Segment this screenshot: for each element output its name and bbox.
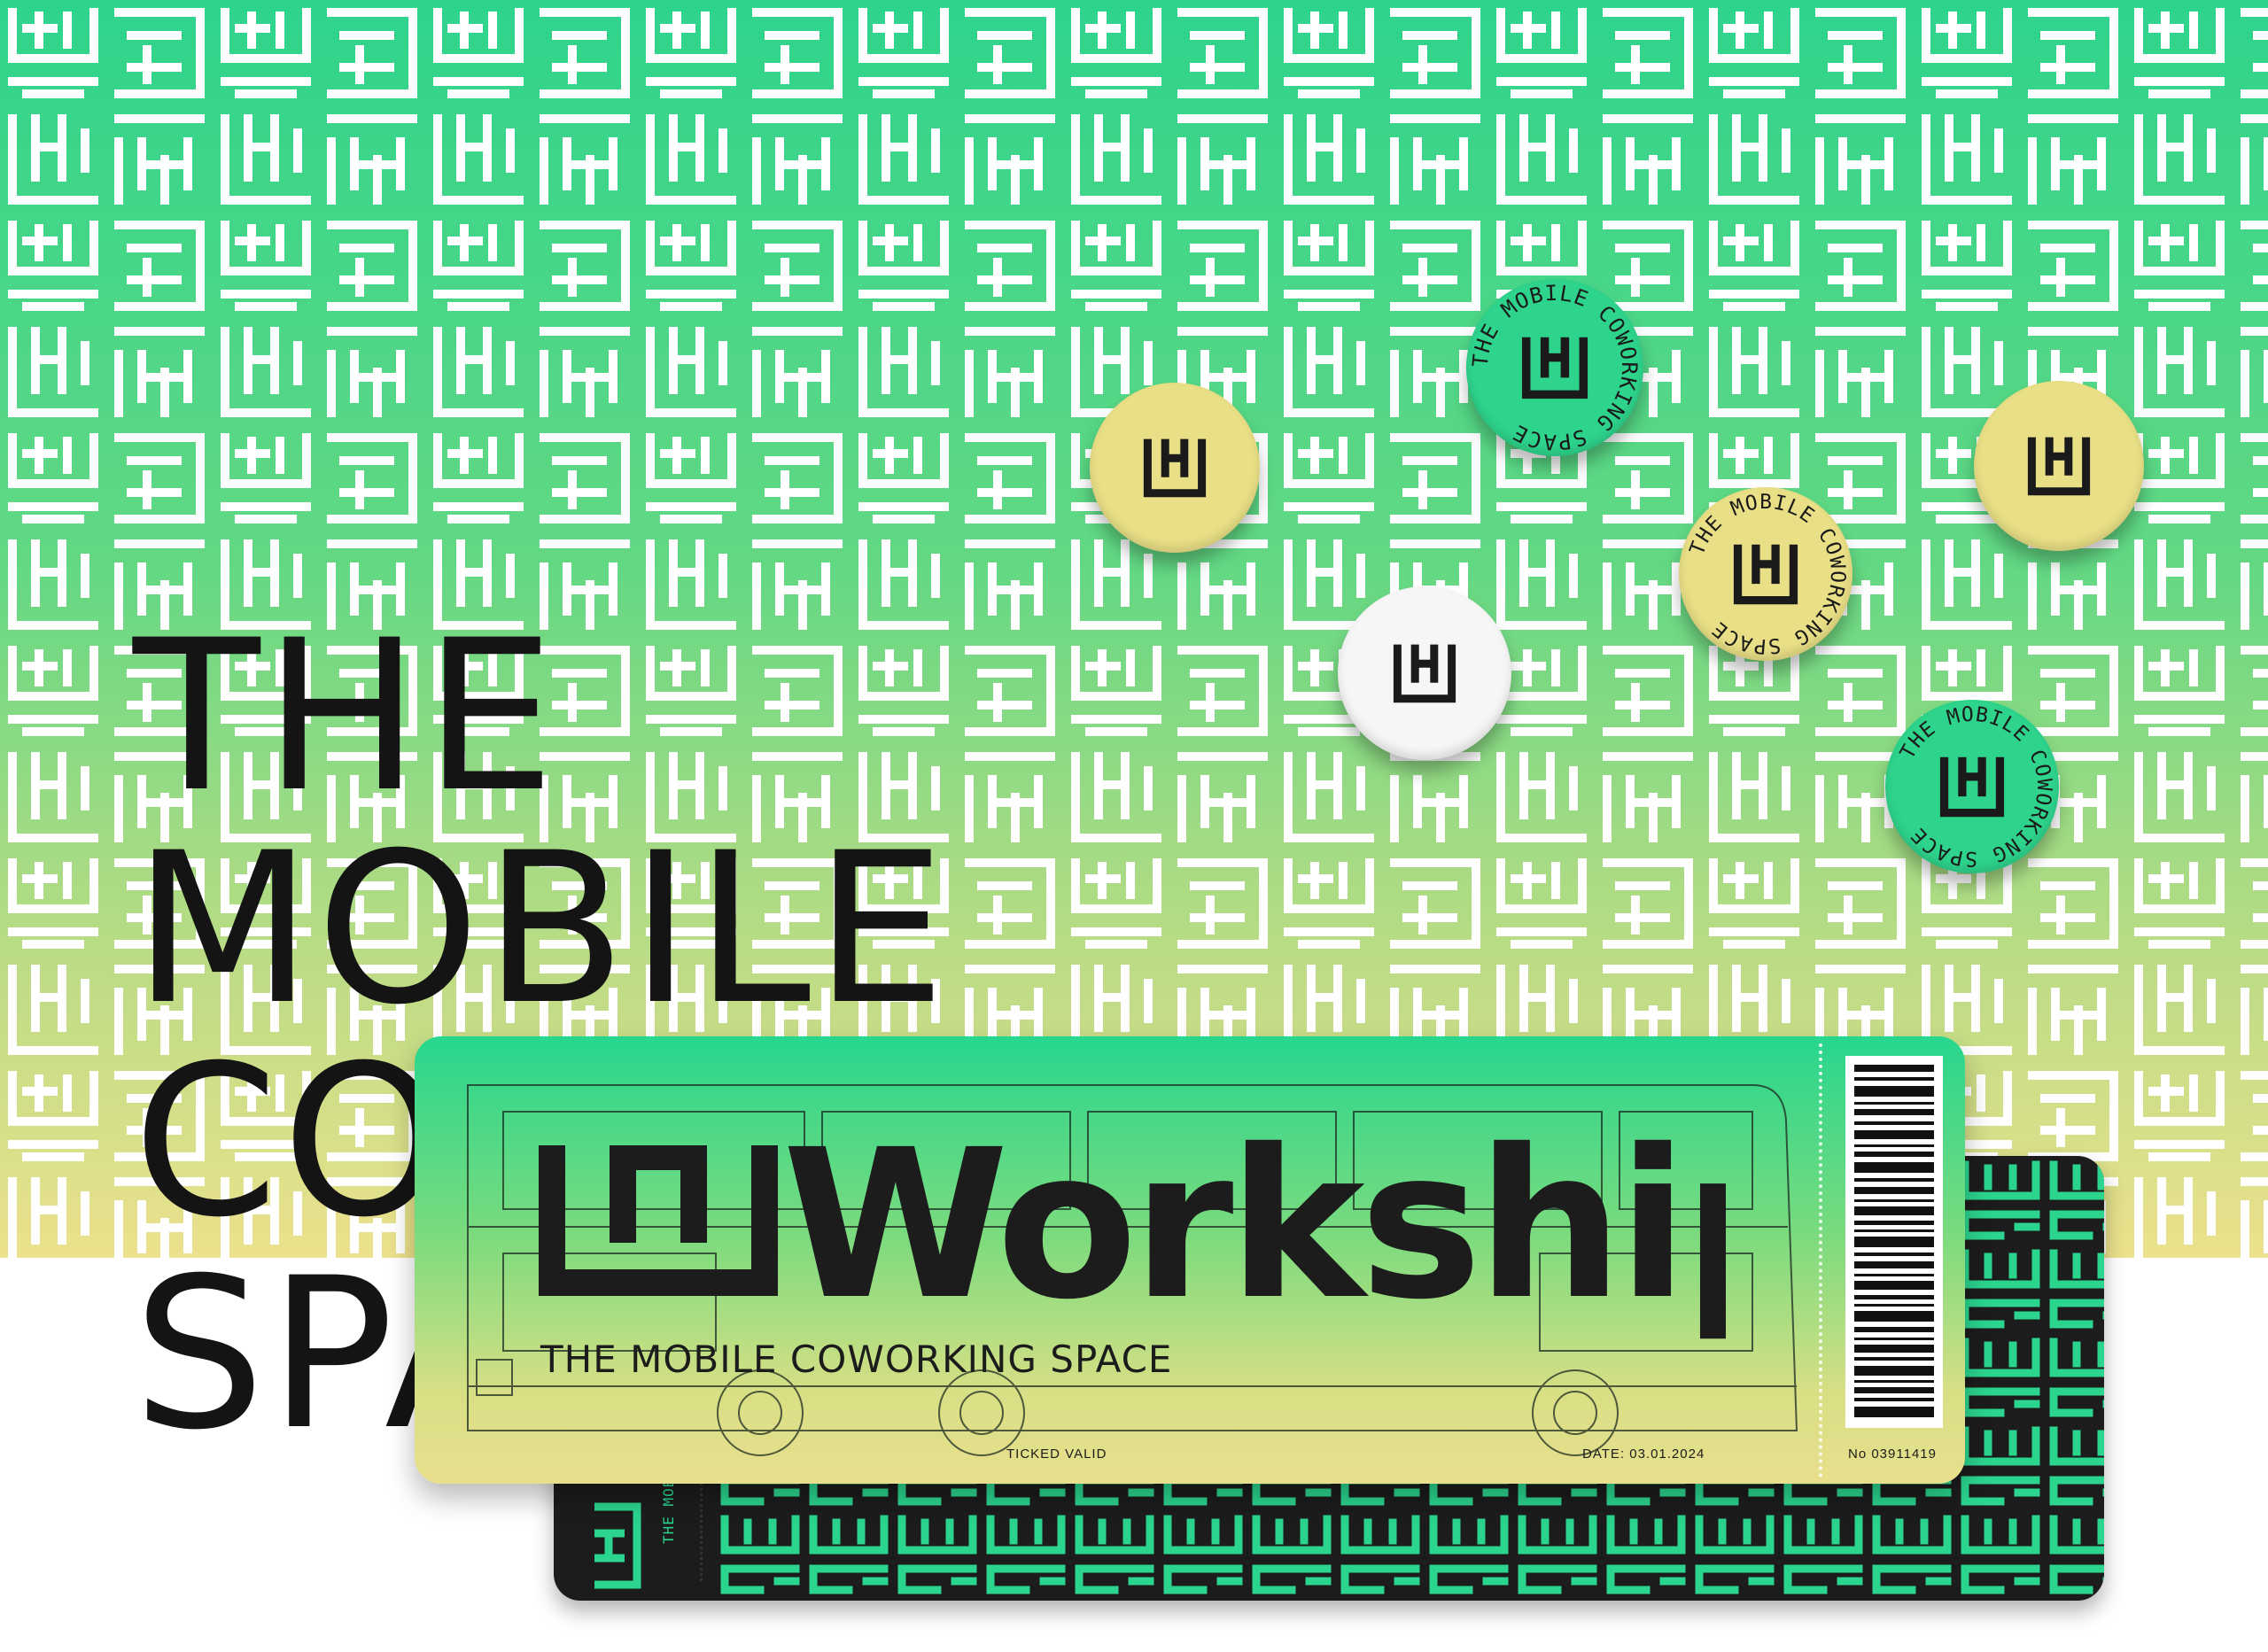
logo-ring-icon: THE MOBILE COWORKING SPACE bbox=[1686, 491, 1850, 657]
ticket-front: Workship THE MOBILE COWORKING SPACE TICK… bbox=[415, 1036, 1965, 1484]
white-logo-badge bbox=[1338, 586, 1511, 760]
headline-line-2: MOBILE bbox=[133, 809, 950, 1051]
ticket-tear-line bbox=[1819, 1043, 1822, 1477]
svg-text:THE MOBILE COWORKING SPACE: THE MOBILE COWORKING SPACE bbox=[1686, 491, 1850, 657]
ticket-number: No 03911419 bbox=[1848, 1446, 1937, 1462]
svg-text:Workship: Workship bbox=[782, 1121, 1726, 1342]
ticket-validity: TICKED VALID bbox=[1006, 1446, 1107, 1462]
barcode bbox=[1845, 1056, 1943, 1428]
gold-ring-badge: THE MOBILE COWORKING SPACE bbox=[1679, 487, 1852, 661]
gold-logo-badge-right bbox=[1974, 381, 2144, 551]
logo-icon bbox=[1143, 438, 1207, 498]
ticket-date: DATE: 03.01.2024 bbox=[1582, 1446, 1705, 1462]
logo-ring-icon: THE MOBILE COWORKING SPACE bbox=[1896, 703, 2055, 870]
workship-wordmark: Workship bbox=[539, 1121, 1726, 1342]
logo-icon bbox=[2027, 437, 2091, 496]
svg-text:THE MOBILE COWORKING SPACE: THE MOBILE COWORKING SPACE bbox=[1896, 703, 2055, 870]
logo-icon bbox=[1393, 644, 1456, 703]
green-ring-badge-top: THE MOBILE COWORKING SPACE bbox=[1466, 279, 1643, 456]
headline-line-1: THE bbox=[133, 596, 559, 838]
logo-icon bbox=[594, 1502, 641, 1589]
green-ring-badge-bottom: THE MOBILE COWORKING SPACE bbox=[1885, 700, 2059, 873]
ticket-subtitle: THE MOBILE COWORKING SPACE bbox=[540, 1338, 1173, 1381]
logo-ring-icon: THE MOBILE COWORKING SPACE bbox=[1468, 281, 1642, 455]
gold-logo-badge bbox=[1090, 383, 1260, 553]
svg-text:THE MOBILE COWORKING SPACE: THE MOBILE COWORKING SPACE bbox=[1468, 281, 1642, 455]
